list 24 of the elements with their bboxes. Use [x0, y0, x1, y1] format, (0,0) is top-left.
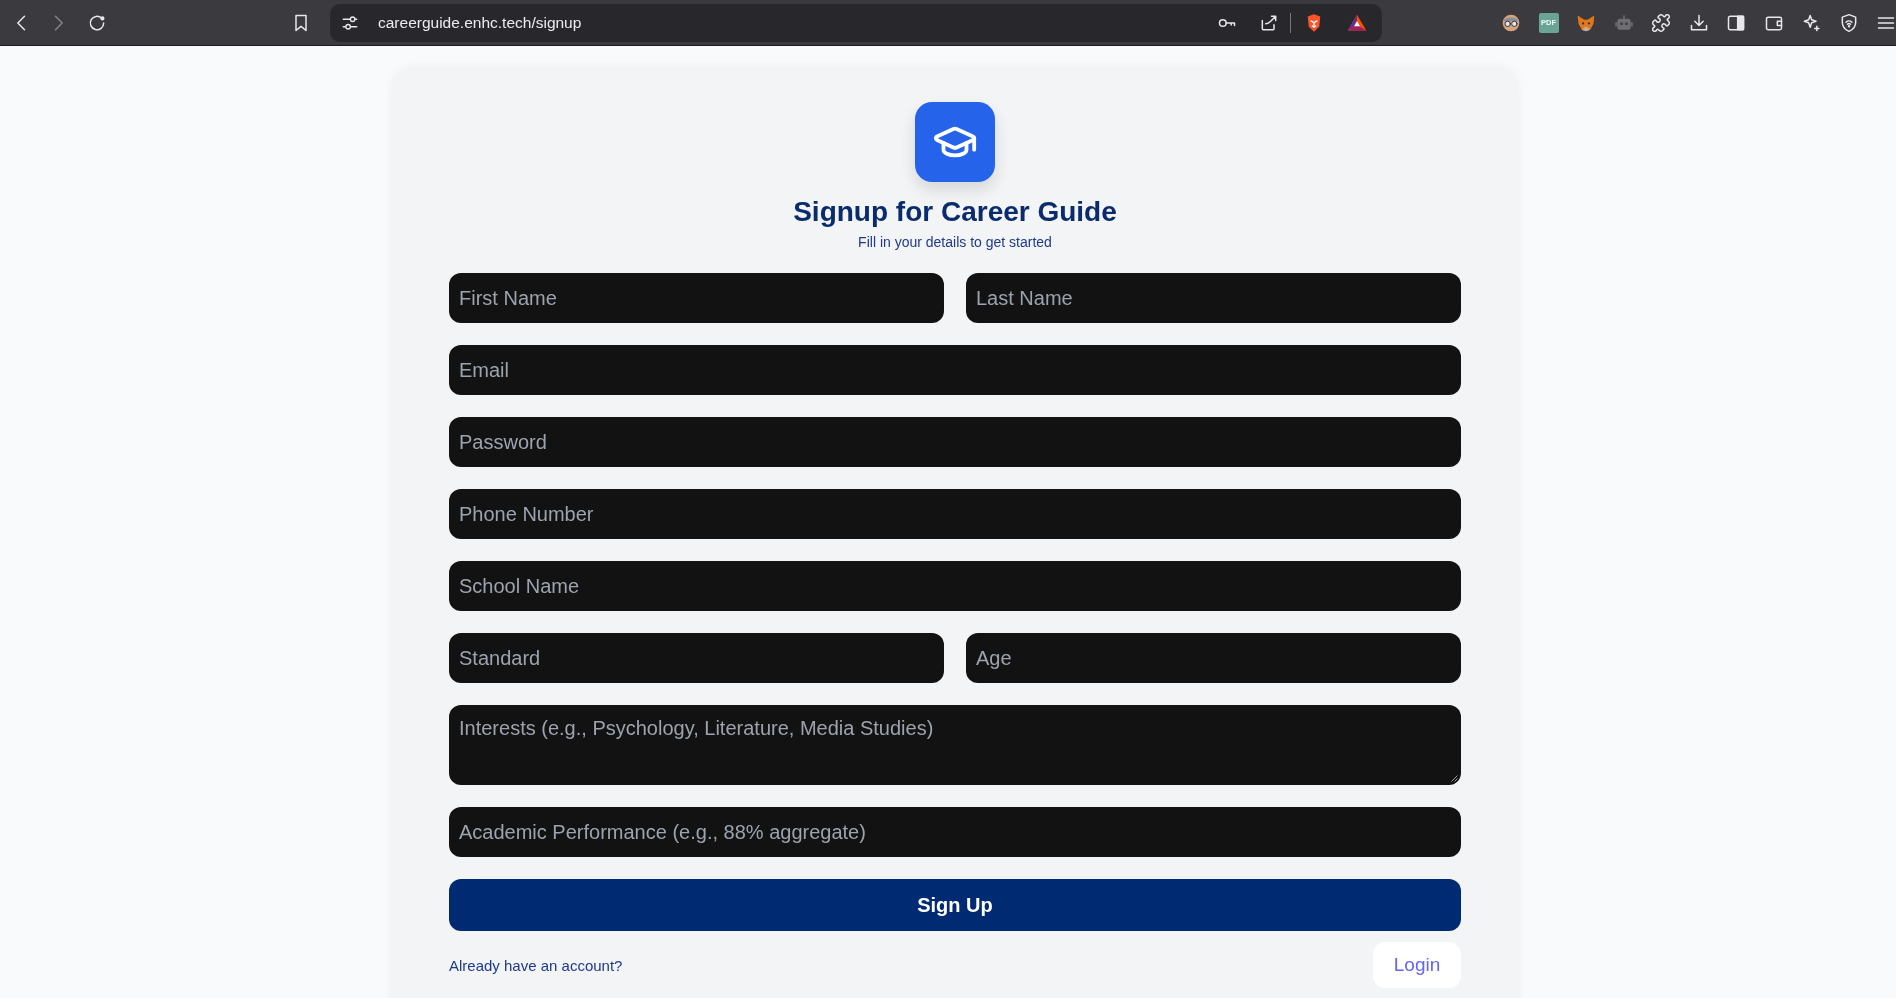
text-field[interactable]: Academic Performance (e.g., 88% aggregate)	[449, 807, 1461, 857]
login-button[interactable]: Login	[1373, 942, 1461, 988]
resize-grip-icon[interactable]	[1451, 775, 1458, 782]
glasses-face-icon[interactable]	[1501, 12, 1521, 33]
page-title: Signup for Career Guide	[793, 195, 1117, 229]
graduation-cap-icon	[915, 102, 995, 182]
download-tray-icon[interactable]	[1688, 12, 1709, 33]
text-area-field[interactable]: Interests (e.g., Psychology, Literature, Media Studies)	[449, 705, 1461, 785]
text-field[interactable]: Password	[449, 417, 1461, 467]
text-field[interactable]: School Name	[449, 561, 1461, 611]
text-field[interactable]: Standard	[449, 633, 944, 683]
text-field[interactable]: Phone Number	[449, 489, 1461, 539]
url-text[interactable]: careerguide.enhc.tech/signup	[378, 13, 582, 32]
subtitle-text: Fill in your details to get started	[858, 233, 1052, 252]
text-field[interactable]: Age	[966, 633, 1461, 683]
sliders-icon[interactable]	[341, 13, 359, 32]
text-field[interactable]: Email	[449, 345, 1461, 395]
address-bar[interactable]: careerguide.enhc.tech/signup	[330, 3, 1382, 42]
puzzle-piece-icon[interactable]	[1651, 12, 1671, 33]
text-field[interactable]: Last Name	[966, 273, 1461, 323]
text-field[interactable]: First Name	[449, 273, 944, 323]
sign-up-button[interactable]: Sign Up	[449, 879, 1461, 931]
sparkle-icon[interactable]	[1801, 12, 1821, 33]
login-prompt-text: Already have an account?	[449, 956, 623, 974]
